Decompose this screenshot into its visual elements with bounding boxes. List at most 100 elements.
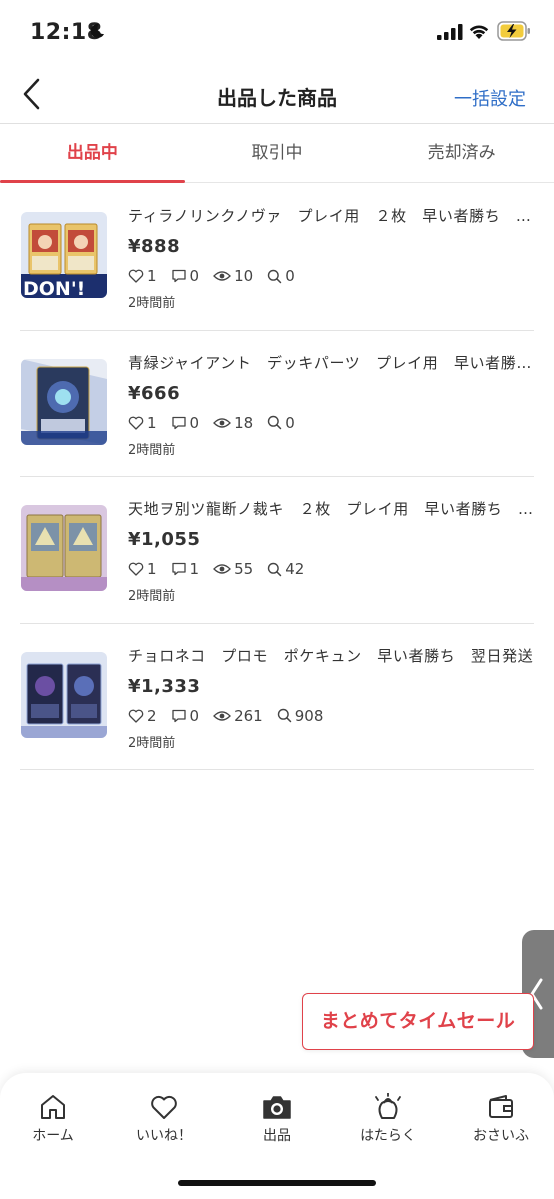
search-icon <box>267 415 282 430</box>
item-thumbnail <box>21 651 107 738</box>
searches-count: 0 <box>285 267 295 285</box>
comments-count: 0 <box>189 706 200 725</box>
cellular-signal-icon <box>437 24 463 40</box>
searches-stat: 0 <box>267 267 295 285</box>
svg-text:DON'!: DON'! <box>23 278 85 298</box>
item-stats: 1 1 55 42 <box>128 560 534 578</box>
item-title: ティラノリンクノヴァ プレイ用 ２枚 早い者勝ち 翌日発送 <box>128 207 534 225</box>
searches-count: 0 <box>285 413 295 432</box>
item-time: 2時間前 <box>128 735 176 751</box>
status-bar: 12:18 <box>0 0 554 66</box>
item-time: 2時間前 <box>128 589 176 604</box>
listing-item[interactable]: チョロネコ プロモ ポケキュン 早い者勝ち 翌日発送 ¥1,333 2 0 26… <box>20 624 534 770</box>
heart-outline-icon <box>128 416 144 430</box>
moon-icon <box>90 23 104 38</box>
item-info: 天地ヲ別ツ龍断ノ裁キ ２枚 プレイ用 早い者勝ち 翌日発送 ¥1,055 1 1… <box>128 498 534 604</box>
bulk-settings-button[interactable]: 一括設定 <box>454 85 526 111</box>
nav-likes[interactable]: いいね！ <box>109 1093 219 1145</box>
likes-count: 1 <box>147 267 157 285</box>
views-count: 261 <box>234 706 263 725</box>
nav-sell-label: 出品 <box>263 1128 291 1144</box>
listing-item[interactable]: 青緑ジャイアント デッキパーツ プレイ用 早い者勝ち 翌日発送 ¥666 1 0… <box>20 331 534 477</box>
comments-stat: 0 <box>171 267 200 285</box>
views-count: 10 <box>234 267 254 285</box>
bulk-time-sale-button[interactable]: まとめてタイムセール <box>302 993 534 1050</box>
item-stats: 1 0 18 0 <box>128 414 534 432</box>
comment-icon <box>171 562 186 576</box>
listing-list: DON'! ティラノリンクノヴァ プレイ用 ２枚 早い者勝ち 翌日発送 ¥888… <box>0 184 554 770</box>
comments-stat: 0 <box>171 706 200 725</box>
item-info: ティラノリンクノヴァ プレイ用 ２枚 早い者勝ち 翌日発送 ¥888 1 0 1… <box>128 205 534 311</box>
home-icon <box>41 1095 65 1119</box>
navigation-header: 出品した商品 一括設定 <box>0 66 554 124</box>
tab-on-sale[interactable]: 出品中 <box>0 125 185 183</box>
item-price: ¥666 <box>128 382 181 404</box>
tab-sold[interactable]: 売却済み <box>369 125 554 182</box>
likes-count: 1 <box>147 560 157 578</box>
item-stats: 1 0 10 0 <box>128 267 534 285</box>
tab-in-progress[interactable]: 取引中 <box>185 125 370 182</box>
camera-icon <box>263 1096 291 1119</box>
heart-outline-icon <box>128 269 144 283</box>
wifi-icon <box>469 25 489 39</box>
searches-count: 908 <box>294 706 324 725</box>
nav-work-label: はたらく <box>360 1128 416 1144</box>
heart-icon <box>151 1095 177 1119</box>
home-indicator[interactable] <box>178 1180 376 1186</box>
search-icon <box>277 708 291 723</box>
likes-stat: 2 <box>128 707 157 725</box>
nav-work[interactable]: はたらく <box>333 1093 443 1145</box>
item-info: チョロネコ プロモ ポケキュン 早い者勝ち 翌日発送 ¥1,333 2 0 26… <box>128 645 534 751</box>
searches-stat: 0 <box>267 414 295 432</box>
nav-likes-label: いいね！ <box>136 1128 192 1144</box>
likes-stat: 1 <box>128 267 157 285</box>
heart-outline-icon <box>128 562 144 576</box>
nav-wallet-label: おさいふ <box>473 1128 529 1144</box>
likes-stat: 1 <box>128 414 157 432</box>
item-price: ¥1,333 <box>128 675 201 697</box>
comment-icon <box>171 416 186 429</box>
views-stat: 261 <box>213 707 263 725</box>
comments-stat: 1 <box>171 560 200 578</box>
views-stat: 18 <box>213 414 253 432</box>
eye-icon <box>213 564 232 574</box>
item-thumbnail <box>21 358 107 445</box>
item-time: 2時間前 <box>128 442 176 458</box>
likes-stat: 1 <box>128 560 157 578</box>
comments-count: 0 <box>189 413 200 432</box>
views-count: 18 <box>234 413 254 432</box>
item-price: ¥1,055 <box>128 529 201 550</box>
nav-wallet[interactable]: おさいふ <box>446 1093 554 1145</box>
item-info: 青緑ジャイアント デッキパーツ プレイ用 早い者勝ち 翌日発送 ¥666 1 0… <box>128 352 534 458</box>
listing-item[interactable]: 天地ヲ別ツ龍断ノ裁キ ２枚 プレイ用 早い者勝ち 翌日発送 ¥1,055 1 1… <box>20 477 534 624</box>
item-title: 天地ヲ別ツ龍断ノ裁キ ２枚 プレイ用 早い者勝ち 翌日発送 <box>128 500 534 518</box>
battery-charging-icon <box>497 21 530 41</box>
comments-stat: 0 <box>171 413 200 432</box>
views-count: 55 <box>234 560 254 578</box>
views-stat: 55 <box>213 560 253 578</box>
item-stats: 2 0 261 908 <box>128 707 534 725</box>
nav-home-label: ホーム <box>32 1128 74 1144</box>
comments-count: 0 <box>189 267 200 285</box>
comment-icon <box>171 269 186 283</box>
listing-item[interactable]: DON'! ティラノリンクノヴァ プレイ用 ２枚 早い者勝ち 翌日発送 ¥888… <box>20 184 534 331</box>
views-stat: 10 <box>213 267 253 285</box>
likes-count: 1 <box>147 413 157 432</box>
eye-icon <box>213 271 232 281</box>
work-icon <box>375 1093 401 1119</box>
searches-stat: 42 <box>267 560 304 578</box>
heart-outline-icon <box>128 709 144 723</box>
search-icon <box>267 269 282 283</box>
comment-icon <box>171 709 186 722</box>
searches-count: 42 <box>285 560 305 578</box>
item-thumbnail <box>21 505 107 591</box>
likes-count: 2 <box>147 706 157 725</box>
nav-home[interactable]: ホーム <box>0 1093 108 1145</box>
nav-sell[interactable]: 出品 <box>222 1093 332 1145</box>
searches-stat: 908 <box>277 706 324 725</box>
comments-count: 1 <box>189 560 200 578</box>
eye-icon <box>213 710 232 721</box>
listing-status-tabs: 出品中 取引中 売却済み <box>0 125 554 183</box>
item-thumbnail: DON'! <box>21 212 107 298</box>
search-icon <box>267 562 282 576</box>
